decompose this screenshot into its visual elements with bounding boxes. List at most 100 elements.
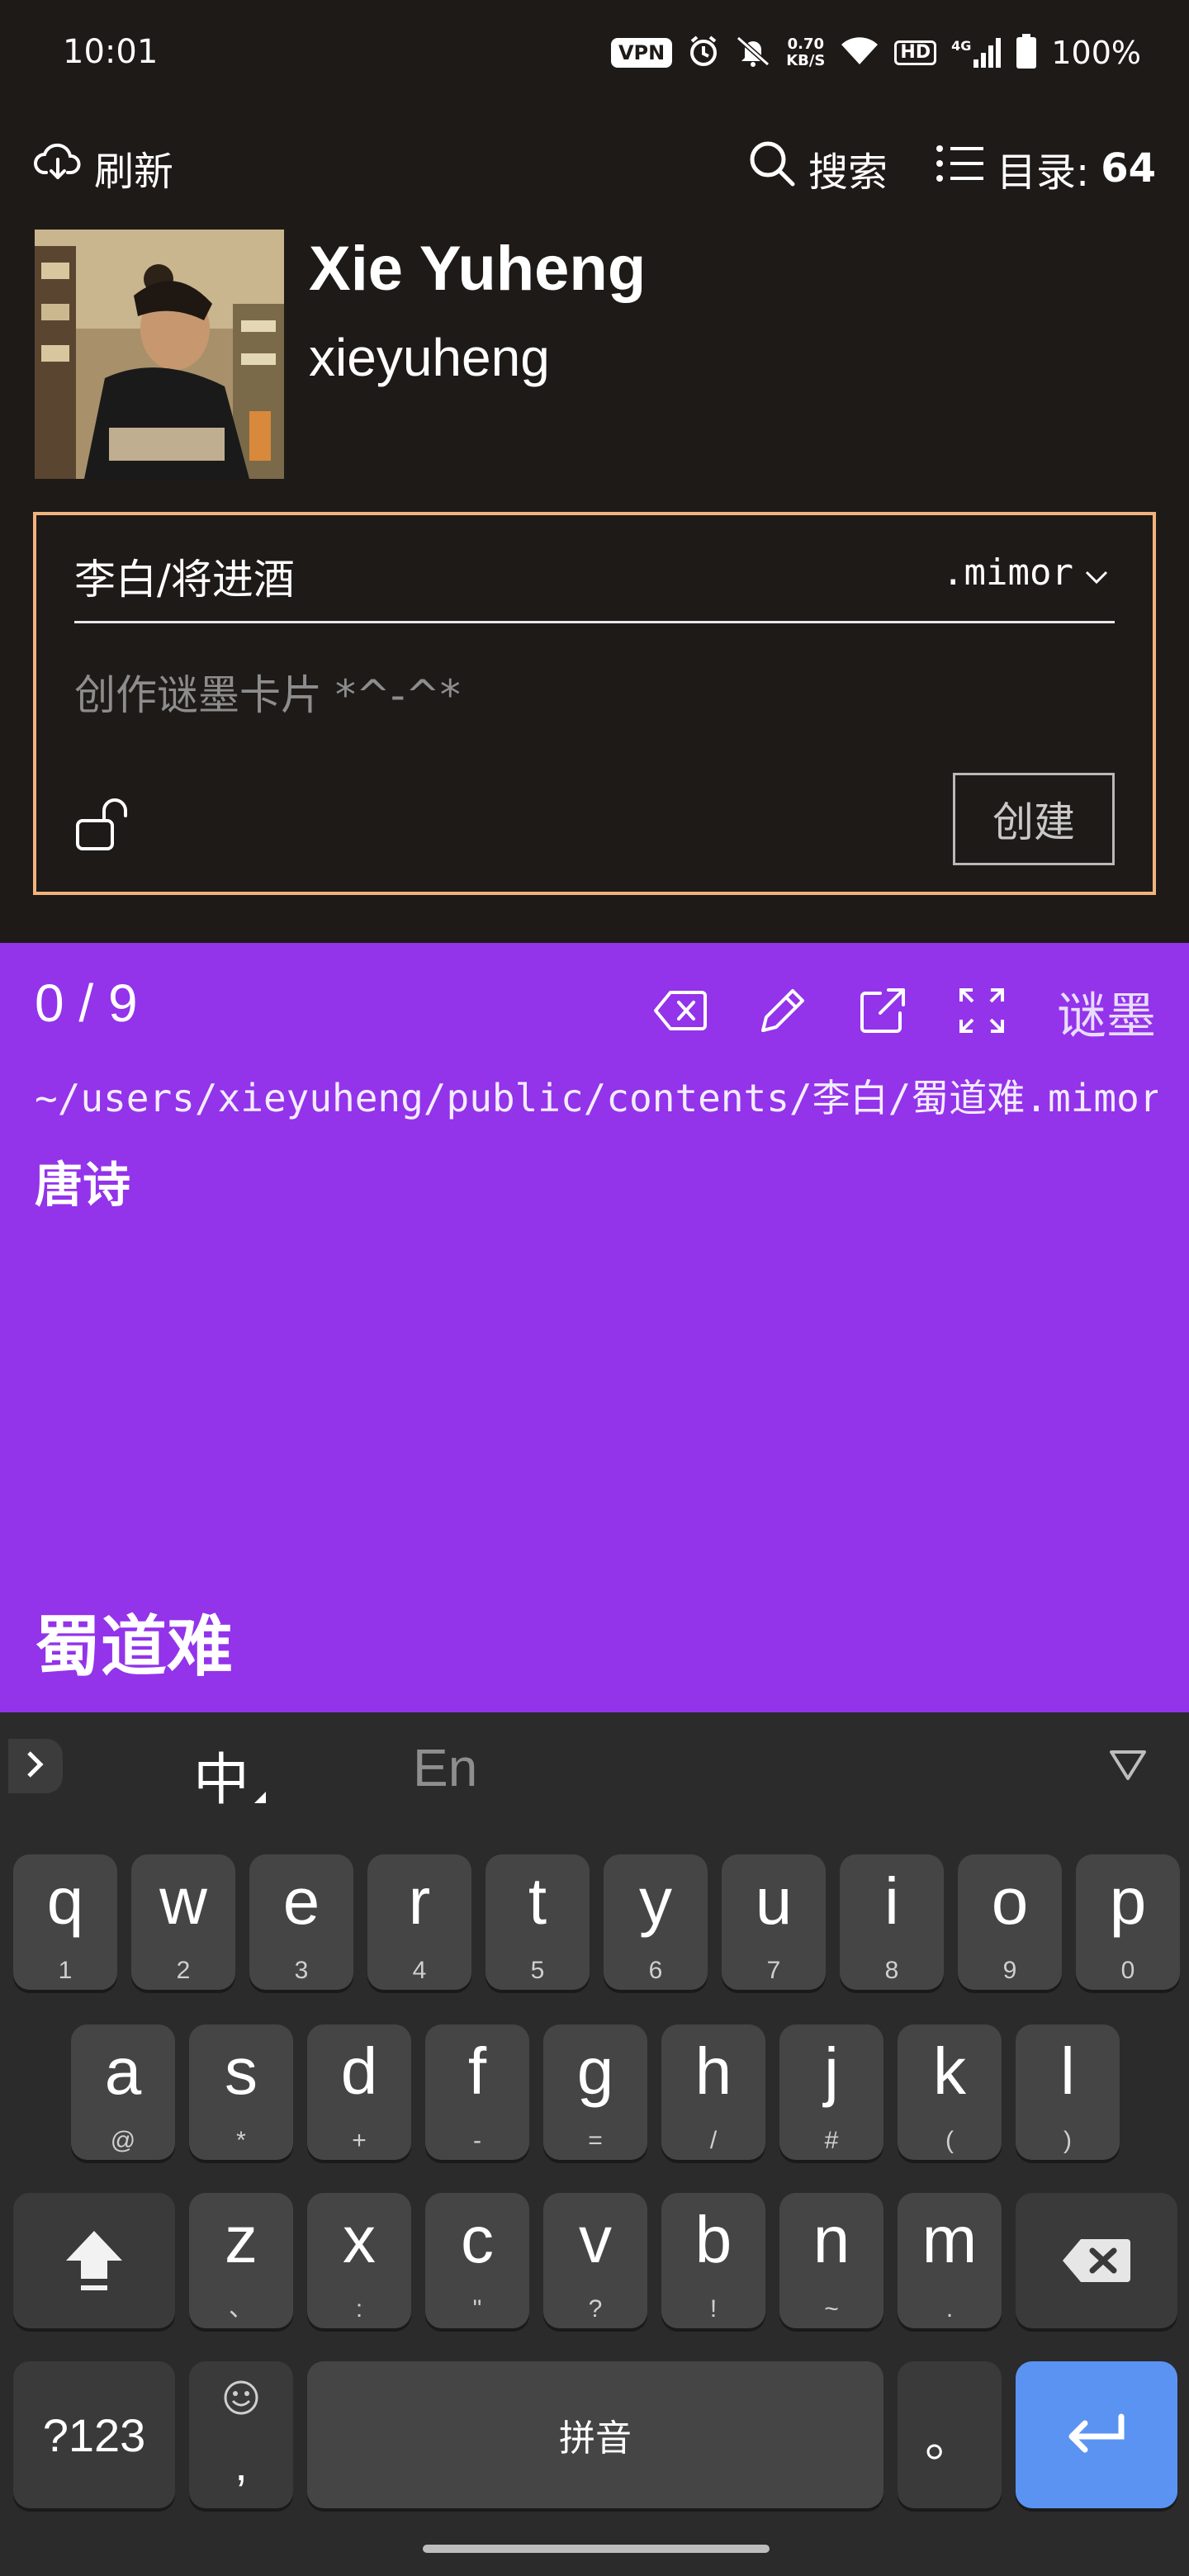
key-char: g (576, 2034, 614, 2108)
key-c[interactable]: c " (425, 2193, 529, 2328)
enter-key[interactable] (1016, 2361, 1177, 2508)
key-r[interactable]: r4 (367, 1854, 471, 1990)
card-tag: 唐诗 (35, 1157, 131, 1213)
key-i[interactable]: i8 (840, 1854, 944, 1990)
key-alt-char: 1 (58, 1957, 73, 1984)
key-q[interactable]: q1 (13, 1854, 117, 1990)
lang-english[interactable]: En (413, 1737, 477, 1798)
key-w[interactable]: w2 (131, 1854, 235, 1990)
hd-badge: HD (894, 40, 937, 65)
path-input[interactable]: 李白/将进酒 (74, 547, 295, 606)
key-a[interactable]: a @ (71, 2024, 175, 2160)
shift-key[interactable] (13, 2193, 175, 2328)
enter-icon (1016, 2361, 1177, 2508)
key-char: z (225, 2203, 258, 2276)
home-indicator[interactable] (423, 2545, 770, 2553)
key-alt-char: 2 (176, 1957, 191, 1984)
key-u[interactable]: u7 (722, 1854, 826, 1990)
backspace-key[interactable] (1016, 2193, 1177, 2328)
key-alt-char: # (824, 2127, 839, 2154)
symbols-key[interactable]: ?123 (13, 2361, 175, 2508)
key-alt-char: / (709, 2127, 718, 2154)
key-char: r (408, 1864, 431, 1938)
key-alt-char: @ (110, 2127, 136, 2154)
key-n[interactable]: n ~ (779, 2193, 883, 2328)
key-alt-char: 、 (229, 2294, 253, 2322)
key-p[interactable]: p0 (1076, 1854, 1180, 1990)
key-j[interactable]: j # (779, 2024, 883, 2160)
mimor-card: 0 / 9 谜墨 ~/users/xieyuheng/public/conten… (0, 943, 1189, 1712)
mode-label[interactable]: 谜墨 (1057, 976, 1156, 1048)
refresh-label: 刷新 (94, 149, 174, 195)
search-button[interactable]: 搜索 (747, 139, 888, 198)
refresh-button[interactable]: 刷新 (33, 139, 173, 197)
key-d[interactable]: d + (307, 2024, 411, 2160)
cloud-download-icon (33, 140, 83, 196)
key-g[interactable]: g = (543, 2024, 647, 2160)
card-file-path: ~/users/xieyuheng/public/contents/李白/蜀道难… (35, 1076, 1158, 1120)
key-alt-char: 4 (412, 1957, 427, 1984)
space-key[interactable]: 拼音 (307, 2361, 883, 2508)
key-k[interactable]: k( (898, 2024, 1002, 2160)
card-counter: 0 / 9 (35, 973, 138, 1033)
period-key[interactable]: 。 (898, 2361, 1002, 2508)
key-char: d (340, 2034, 378, 2108)
external-link-icon[interactable] (859, 987, 907, 1038)
edit-icon[interactable] (758, 986, 808, 1039)
profile-username: xieyuheng (309, 328, 550, 387)
key-alt-char: 9 (1002, 1957, 1017, 1984)
key-alt-char: 5 (530, 1957, 545, 1984)
hide-keyboard-icon[interactable] (1108, 1749, 1148, 1785)
chevron-right-icon (26, 1750, 45, 1783)
key-h[interactable]: h / (661, 2024, 765, 2160)
symbols-label: ?123 (42, 2408, 146, 2461)
key-s[interactable]: s * (189, 2024, 293, 2160)
header-actions: 搜索 目录: 64 (747, 139, 1156, 198)
extension-select[interactable]: .mimor (942, 552, 1108, 594)
search-icon (747, 139, 797, 198)
key-char: q (46, 1864, 84, 1938)
toc-label: 目录: (997, 149, 1090, 196)
clear-icon[interactable] (654, 989, 707, 1035)
key-alt-char: ( (945, 2127, 954, 2154)
extension-value: .mimor (942, 552, 1073, 594)
lang-chinese[interactable]: 中 (193, 1734, 249, 1816)
key-f[interactable]: f- (425, 2024, 529, 2160)
key-alt-char: ~ (824, 2295, 839, 2323)
comma-label: , (234, 2438, 248, 2490)
key-o[interactable]: o9 (958, 1854, 1062, 1990)
key-alt-char: ) (1063, 2127, 1072, 2154)
avatar[interactable] (35, 230, 284, 479)
input-underline (74, 621, 1115, 623)
key-l[interactable]: l) (1016, 2024, 1120, 2160)
key-y[interactable]: y6 (604, 1854, 708, 1990)
key-b[interactable]: b! (661, 2193, 765, 2328)
key-x[interactable]: x: (307, 2193, 411, 2328)
key-char: s (225, 2034, 258, 2108)
key-char: n (812, 2203, 850, 2276)
expand-toolbar-button[interactable] (8, 1739, 63, 1793)
key-z[interactable]: z、 (189, 2193, 293, 2328)
key-v[interactable]: v? (543, 2193, 647, 2328)
card-title: 蜀道难 (35, 1608, 233, 1685)
key-alt-char: - (473, 2127, 481, 2154)
key-char: k (933, 2034, 966, 2108)
key-m[interactable]: m. (898, 2193, 1002, 2328)
toc-count: 64 (1101, 145, 1156, 192)
create-button[interactable]: 创建 (953, 773, 1115, 865)
toc-button[interactable]: 目录: 64 (936, 140, 1156, 197)
key-char: y (639, 1864, 672, 1938)
key-e[interactable]: e3 (249, 1854, 353, 1990)
key-char: c (461, 2203, 494, 2276)
key-t[interactable]: t5 (486, 1854, 590, 1990)
mute-icon (735, 35, 771, 71)
search-label: 搜索 (808, 149, 888, 196)
key-alt-char: 0 (1120, 1957, 1135, 1984)
emoji-comma-key[interactable]: , (189, 2361, 293, 2508)
period-label: 。 (925, 2410, 974, 2469)
key-char: j (824, 2034, 839, 2108)
signal-icon: 4G (951, 38, 1002, 68)
fullscreen-icon[interactable] (958, 987, 1006, 1038)
unlock-icon[interactable] (74, 796, 134, 857)
card-text-input[interactable]: 创作谜墨卡片 *^-^* (74, 662, 461, 722)
